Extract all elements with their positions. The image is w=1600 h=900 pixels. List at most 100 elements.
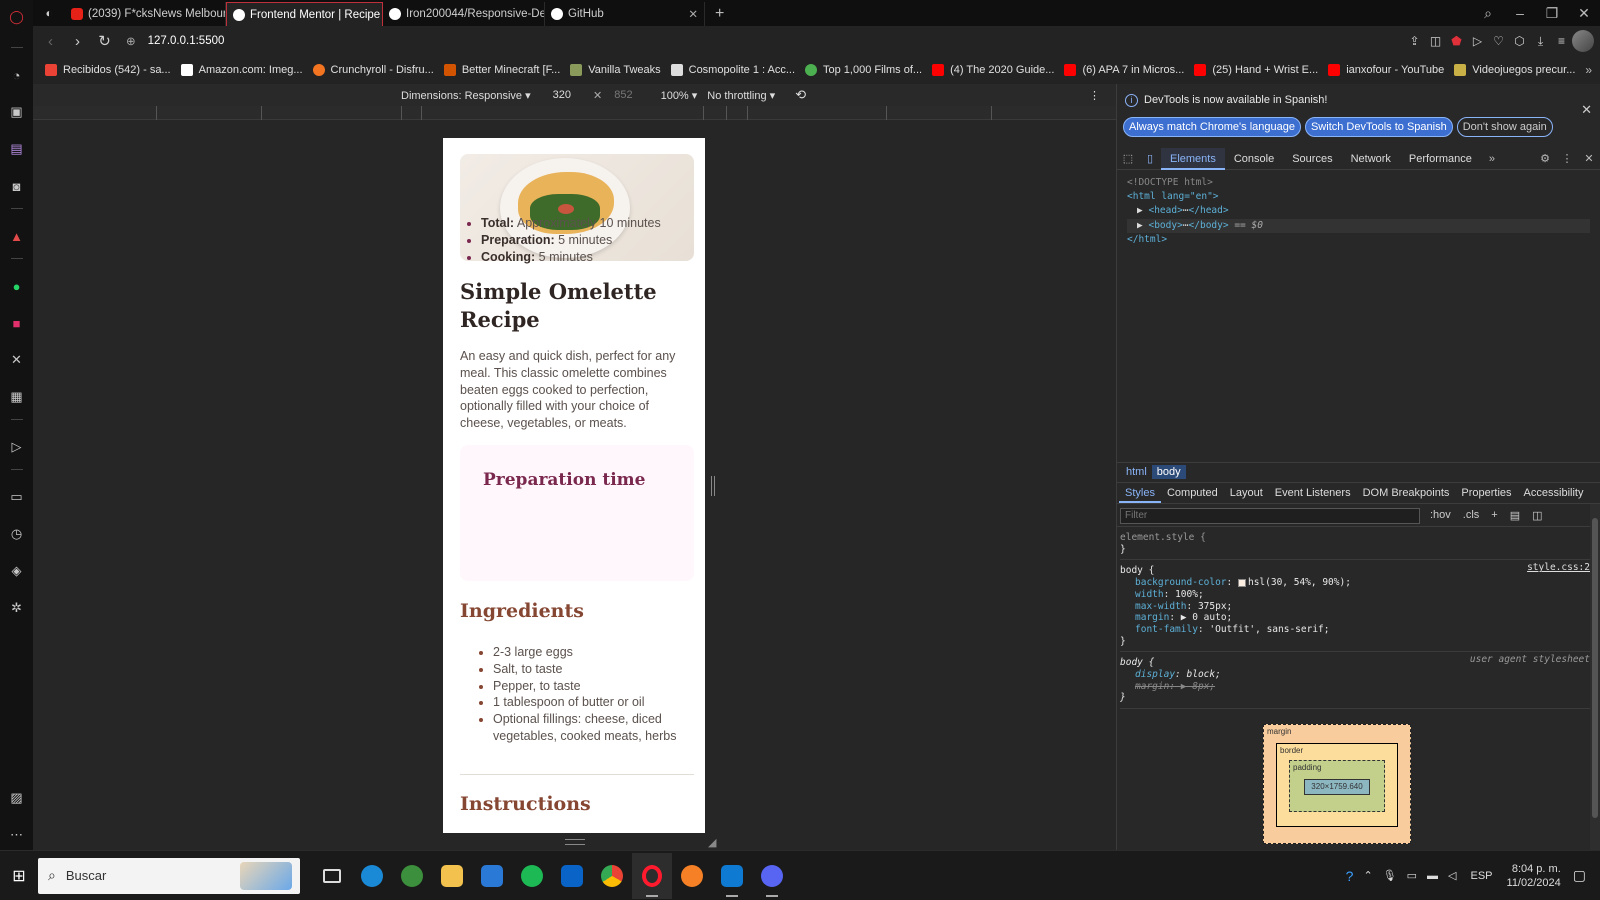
close-notice-icon[interactable]: ✕	[1581, 102, 1592, 118]
bookmark-cosmopolite[interactable]: Cosmopolite 1 : Acc...	[670, 64, 795, 76]
gallery-icon[interactable]: ▨	[7, 788, 27, 808]
settings-gear-icon[interactable]: ⚙	[1534, 152, 1556, 165]
match-language-button[interactable]: Always match Chrome's language	[1123, 117, 1301, 137]
subtab-event-listeners[interactable]: Event Listeners	[1269, 483, 1357, 503]
rotate-icon[interactable]: ⟲	[795, 87, 806, 103]
box-model-content[interactable]: 320×1759.640	[1304, 779, 1370, 795]
opera-icon[interactable]	[632, 852, 672, 899]
height-input[interactable]: 852	[614, 89, 632, 101]
hov-toggle[interactable]: :hov	[1430, 509, 1451, 522]
body-style-rule[interactable]: body { style.css:2 background-color: hsl…	[1120, 560, 1590, 653]
switch-spanish-button[interactable]: Switch DevTools to Spanish	[1304, 117, 1453, 137]
minimize-icon[interactable]: –	[1504, 5, 1536, 21]
tab-frontend-mentor[interactable]: Frontend Mentor | Recipe p ✕	[226, 2, 383, 26]
css-property[interactable]: width: 100%;	[1120, 589, 1590, 601]
tab-performance[interactable]: Performance	[1400, 148, 1481, 170]
more-dots-icon[interactable]: ⋯	[7, 825, 27, 845]
easy-setup-icon[interactable]: ≡	[1551, 34, 1572, 48]
throttling-dropdown[interactable]: No throttling ▾	[707, 89, 775, 102]
tab-github[interactable]: GitHub ✕	[545, 2, 705, 26]
history-icon[interactable]: ◷	[7, 524, 27, 544]
battery-icon[interactable]: ▬	[1427, 870, 1438, 882]
resize-handle-right[interactable]	[711, 476, 715, 496]
styles-filter-input[interactable]	[1120, 507, 1420, 524]
profile-avatar[interactable]	[1572, 30, 1594, 52]
extensions-cube-icon[interactable]: ◈	[7, 561, 27, 581]
speed-dial-icon[interactable]: ◔	[7, 65, 27, 85]
bookmark-youtube-1[interactable]: (4) The 2020 Guide...	[932, 64, 1054, 76]
bookmark-amazon[interactable]: Amazon.com: Imeg...	[180, 64, 303, 76]
task-view-icon[interactable]	[312, 853, 352, 899]
adblock-icon[interactable]: ⬟	[1446, 34, 1467, 48]
dom-body-node[interactable]: ▶ <body>⋯</body> == $0	[1127, 218, 1590, 233]
dom-html-close[interactable]: </html>	[1127, 233, 1590, 247]
tab-close-icon[interactable]: ✕	[680, 7, 698, 21]
snapshot-icon[interactable]: ◫	[1425, 34, 1446, 48]
inspect-icon[interactable]: ⬚	[1117, 152, 1139, 165]
aria-icon[interactable]: ▲	[7, 226, 27, 246]
new-rule-icon[interactable]: +	[1491, 509, 1497, 522]
zoom-dropdown[interactable]: 100% ▾	[661, 89, 698, 102]
settings-gear-icon[interactable]: ✲	[7, 598, 27, 618]
bookmark-minecraft[interactable]: Better Minecraft [F...	[443, 64, 560, 76]
tab-youtube[interactable]: (2039) F*cksNews Melbourn ✕	[65, 2, 226, 26]
x-twitter-icon[interactable]: ✕	[7, 350, 27, 370]
tab-network[interactable]: Network	[1342, 148, 1400, 170]
device-toolbar-menu-icon[interactable]: ⋮	[1089, 89, 1100, 102]
downloads-icon[interactable]: ⤓	[1530, 34, 1551, 49]
device-toggle-icon[interactable]: ▯	[1139, 152, 1161, 165]
microphone-icon[interactable]: 🎙︎	[1383, 869, 1397, 882]
discord-icon[interactable]: ▦	[7, 387, 27, 407]
cls-toggle[interactable]: .cls	[1463, 509, 1480, 522]
box-model-border[interactable]: border padding 320×1759.640	[1276, 743, 1398, 827]
discord-icon[interactable]	[752, 853, 792, 899]
flow-icon[interactable]: ▷	[1467, 34, 1488, 48]
bookmark-crunchyroll[interactable]: Crunchyroll - Disfru...	[312, 64, 434, 76]
dom-html-open[interactable]: <html lang="en">	[1127, 190, 1590, 204]
forward-icon[interactable]: ›	[64, 33, 91, 50]
show-hidden-icons-icon[interactable]: ⌃	[1363, 869, 1372, 882]
subtab-styles[interactable]: Styles	[1119, 483, 1161, 503]
volume-icon[interactable]: ◁	[1448, 869, 1456, 882]
tab-sources[interactable]: Sources	[1283, 148, 1341, 170]
css-property[interactable]: font-family: 'Outfit', sans-serif;	[1120, 624, 1590, 636]
edge-icon[interactable]	[352, 853, 392, 899]
subtab-layout[interactable]: Layout	[1224, 483, 1269, 503]
bookmark-youtube-4[interactable]: ianxofour - YouTube	[1328, 64, 1444, 76]
css-property[interactable]: background-color: hsl(30, 54%, 90%);	[1120, 577, 1590, 589]
bookmark-top-films[interactable]: Top 1,000 Films of...	[805, 64, 922, 76]
css-property[interactable]: display: block;	[1120, 669, 1590, 681]
vscode-icon[interactable]	[712, 853, 752, 899]
more-tabs-icon[interactable]: »	[1481, 153, 1503, 165]
taskbar-search[interactable]: ⌕ Buscar	[38, 857, 300, 894]
subtab-properties[interactable]: Properties	[1455, 483, 1517, 503]
bookmark-gmail[interactable]: Recibidos (542) - sa...	[45, 64, 171, 76]
user-agent-rule[interactable]: body { user agent stylesheet display: bl…	[1120, 652, 1590, 710]
css-property-overridden[interactable]: margin: ▶ 8px;	[1120, 681, 1590, 693]
devtools-menu-icon[interactable]: ⋮	[1556, 152, 1578, 165]
outlook-icon[interactable]	[552, 853, 592, 899]
bookmark-vanilla-tweaks[interactable]: Vanilla Tweaks	[570, 64, 661, 76]
chrome-icon[interactable]	[592, 853, 632, 899]
styles-scrollbar[interactable]	[1590, 504, 1600, 850]
search-tabs-icon[interactable]: ⌕	[1472, 5, 1504, 22]
xbox-icon[interactable]	[392, 853, 432, 899]
close-devtools-icon[interactable]: ✕	[1578, 152, 1600, 165]
dimensions-dropdown[interactable]: Dimensions: Responsive ▾	[401, 89, 531, 102]
twitch-icon[interactable]: ▤	[7, 139, 27, 159]
reload-icon[interactable]: ↻	[91, 32, 118, 50]
subtab-computed[interactable]: Computed	[1161, 483, 1224, 503]
resize-handle-corner[interactable]: ◢	[708, 836, 716, 849]
bookmark-youtube-2[interactable]: (6) APA 7 in Micros...	[1064, 64, 1184, 76]
style-source-link[interactable]: style.css:2	[1527, 562, 1590, 574]
expand-arrow-icon[interactable]: ▶	[1137, 220, 1143, 231]
breadcrumb-body[interactable]: body	[1151, 464, 1186, 479]
dom-doctype[interactable]: <!DOCTYPE html>	[1127, 176, 1590, 190]
expand-arrow-icon[interactable]: ▶	[1137, 205, 1143, 216]
dont-show-button[interactable]: Don't show again	[1456, 117, 1553, 137]
bookmarks-overflow-icon[interactable]: »	[1585, 63, 1592, 77]
box-model-padding[interactable]: padding 320×1759.640	[1289, 760, 1385, 812]
tab-elements[interactable]: Elements	[1161, 147, 1225, 170]
windows-start-icon[interactable]: ⊞	[0, 866, 38, 886]
css-property[interactable]: max-width: 375px;	[1120, 601, 1590, 613]
